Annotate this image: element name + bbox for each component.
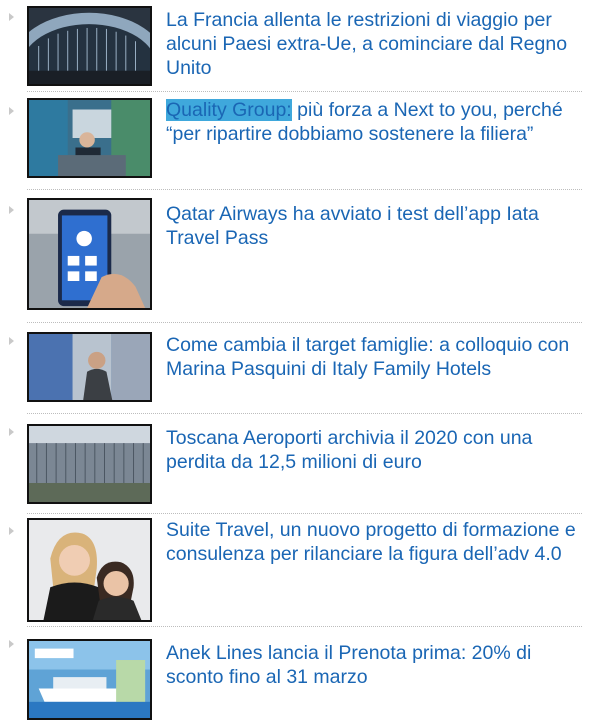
article-title-link[interactable]: Suite Travel, un nuovo progetto di forma… bbox=[166, 518, 584, 566]
airport-building-photo-icon bbox=[29, 426, 150, 502]
article-thumbnail-portrait[interactable] bbox=[27, 332, 152, 402]
bullet-arrow-icon bbox=[9, 206, 14, 214]
bullet-arrow-icon bbox=[9, 13, 14, 21]
two-women-photo-icon bbox=[29, 520, 150, 620]
bullet-arrow-icon bbox=[9, 107, 14, 115]
divider bbox=[27, 413, 582, 414]
smartphone-app-photo-icon bbox=[29, 200, 150, 308]
ferry-ship-photo-icon bbox=[29, 641, 150, 718]
article-title-link[interactable]: Come cambia il target famiglie: a colloq… bbox=[166, 333, 584, 381]
article-title-link[interactable]: La Francia allenta le restrizioni di via… bbox=[166, 8, 584, 80]
bullet-arrow-icon bbox=[9, 527, 14, 535]
woman-portrait-photo-icon bbox=[29, 334, 150, 400]
divider bbox=[27, 626, 582, 627]
article-thumbnail-airport-building[interactable] bbox=[27, 424, 152, 504]
divider bbox=[27, 91, 582, 92]
bullet-arrow-icon bbox=[9, 640, 14, 648]
bullet-arrow-icon bbox=[9, 337, 14, 345]
article-title-link[interactable]: Toscana Aeroporti archivia il 2020 con u… bbox=[166, 426, 584, 474]
divider bbox=[27, 189, 582, 190]
divider bbox=[27, 322, 582, 323]
airport-terminal-photo-icon bbox=[29, 8, 150, 84]
bullet-arrow-icon bbox=[9, 428, 14, 436]
article-title-link[interactable]: Quality Group: più forza a Next to you, … bbox=[166, 98, 584, 146]
highlighted-text[interactable]: Quality Group: bbox=[166, 99, 292, 121]
article-thumbnail-ferry[interactable] bbox=[27, 639, 152, 720]
news-list: La Francia allenta le restrizioni di via… bbox=[0, 0, 590, 720]
conference-speaker-photo-icon bbox=[29, 100, 150, 176]
article-thumbnail-two-women[interactable] bbox=[27, 518, 152, 622]
article-thumbnail-phone[interactable] bbox=[27, 198, 152, 310]
article-thumbnail-conference[interactable] bbox=[27, 98, 152, 178]
divider bbox=[27, 513, 582, 514]
article-title-link[interactable]: Anek Lines lancia il Prenota prima: 20% … bbox=[166, 641, 584, 689]
article-thumbnail-airport[interactable] bbox=[27, 6, 152, 86]
article-title-link[interactable]: Qatar Airways ha avviato i test dell’app… bbox=[166, 202, 584, 250]
